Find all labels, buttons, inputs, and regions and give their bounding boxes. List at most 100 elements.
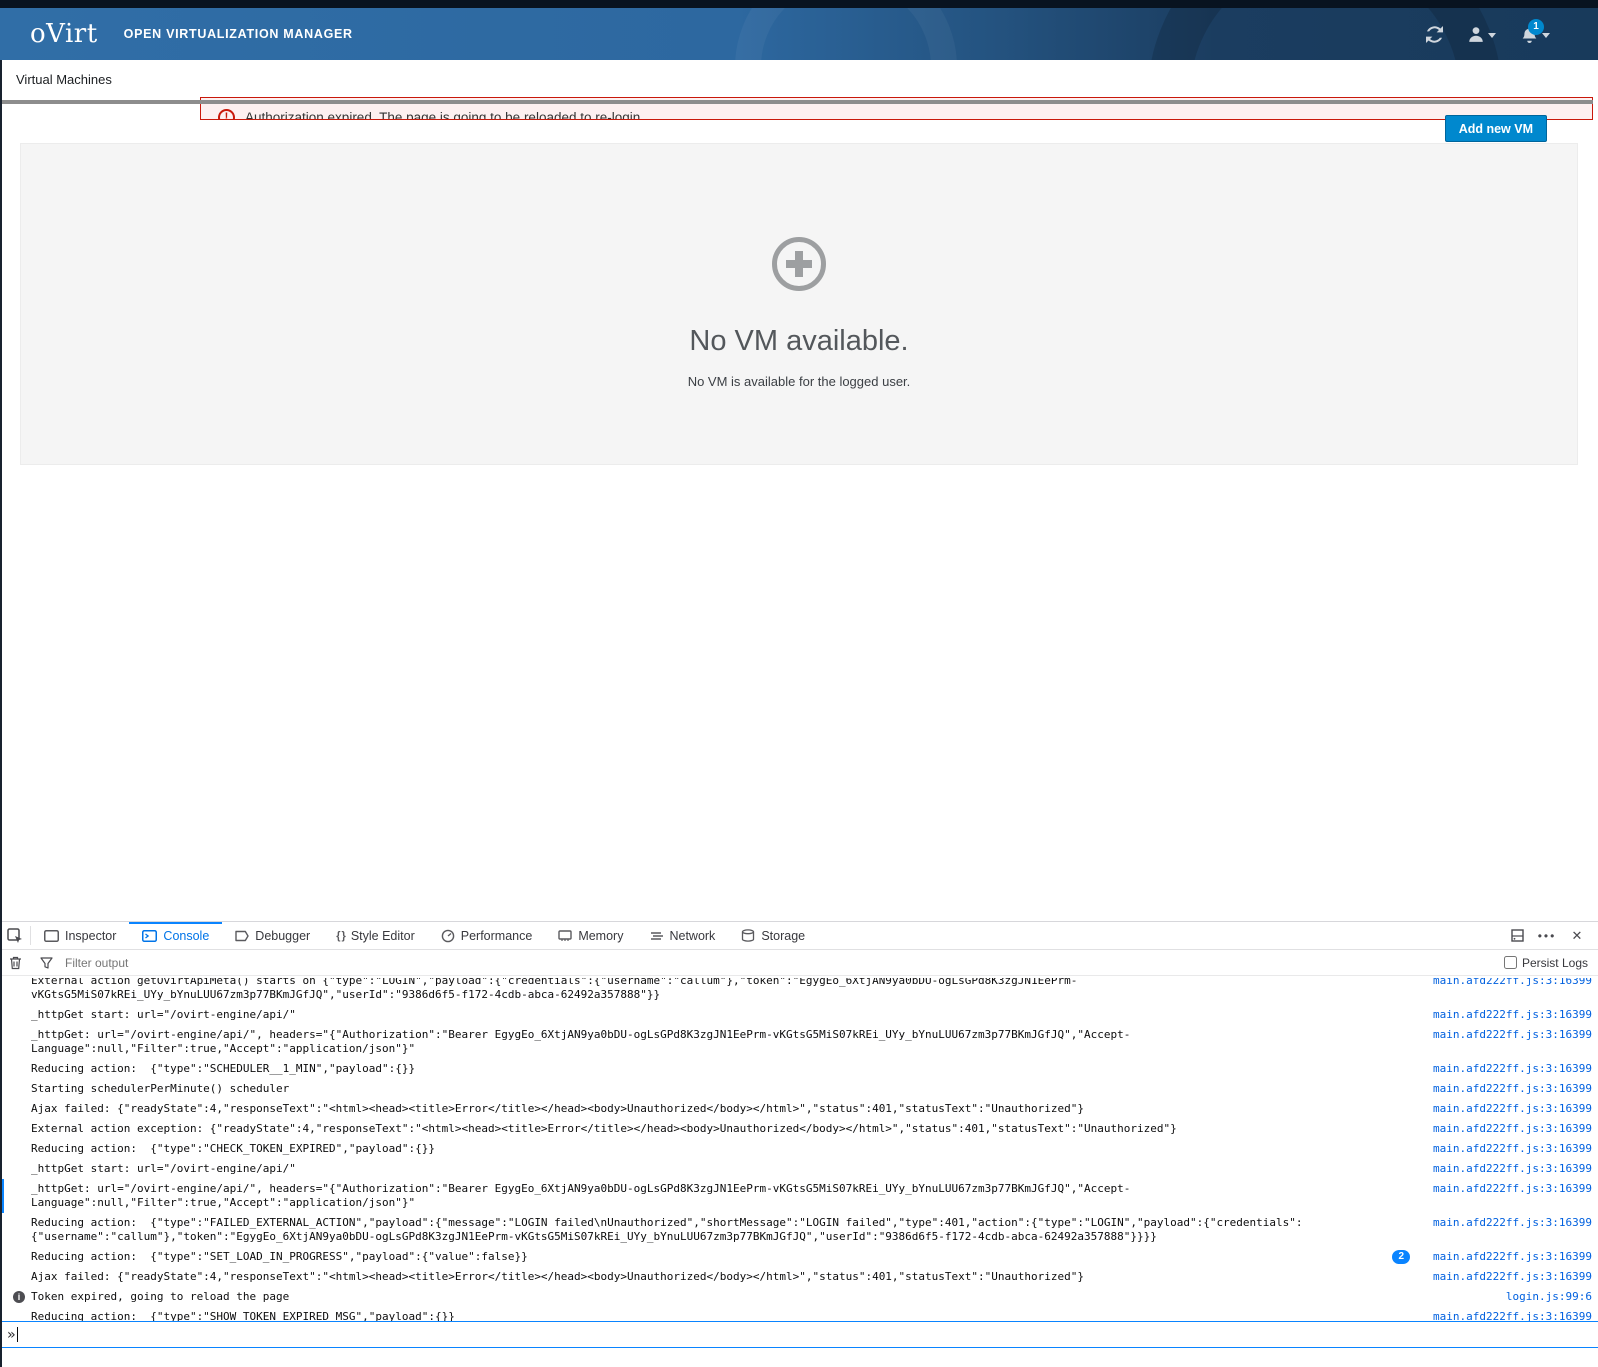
performance-icon xyxy=(441,929,455,943)
log-message: Reducing action: {"type":"FAILED_EXTERNA… xyxy=(31,1216,1420,1244)
console-log-entry: Ajax failed: {"readyState":4,"responseTe… xyxy=(0,1267,1598,1287)
log-message: External action exception: {"readyState"… xyxy=(31,1122,1420,1136)
console-command-input[interactable]: » xyxy=(0,1321,1598,1348)
storage-icon xyxy=(741,929,755,942)
source-link[interactable]: main.afd222ff.js:3:16399 xyxy=(1420,1008,1592,1022)
console-filter-bar: Persist Logs xyxy=(0,950,1598,976)
style-editor-icon xyxy=(336,930,345,942)
filter-toggle-button[interactable] xyxy=(31,957,61,969)
console-log-entry: Ajax failed: {"readyState":4,"responseTe… xyxy=(0,1099,1598,1119)
tab-storage[interactable]: Storage xyxy=(728,922,818,949)
tab-memory[interactable]: Memory xyxy=(545,922,636,949)
devtools-menu-button[interactable] xyxy=(1532,929,1562,943)
error-exclamation-icon: ! xyxy=(218,109,235,120)
add-new-vm-button[interactable]: Add new VM xyxy=(1445,115,1547,142)
console-log-entry: Reducing action: {"type":"CHECK_TOKEN_EX… xyxy=(0,1139,1598,1159)
source-link[interactable]: main.afd222ff.js:3:16399 xyxy=(1420,1122,1592,1136)
inspector-icon xyxy=(44,930,59,942)
log-message: External action getOvirtApiMeta() starts… xyxy=(31,978,1420,1002)
notifications-menu[interactable]: 1 xyxy=(1520,26,1550,43)
source-link[interactable]: main.afd222ff.js:3:16399 xyxy=(1420,1270,1592,1284)
persist-logs-toggle[interactable]: Persist Logs xyxy=(1504,956,1588,970)
console-log-entry: _httpGet start: url="/ovirt-engine/api/"… xyxy=(0,1159,1598,1179)
console-icon xyxy=(142,930,157,942)
source-link[interactable]: main.afd222ff.js:3:16399 xyxy=(1420,1102,1592,1116)
window-top-strip xyxy=(0,0,1598,8)
persist-logs-checkbox[interactable] xyxy=(1504,956,1517,969)
log-message: Ajax failed: {"readyState":4,"responseTe… xyxy=(31,1102,1420,1116)
source-link[interactable]: main.afd222ff.js:3:16399 xyxy=(1420,1162,1592,1176)
source-link[interactable]: main.afd222ff.js:3:16399 xyxy=(1420,1082,1592,1096)
tab-network[interactable]: Network xyxy=(636,922,728,949)
tab-inspector[interactable]: Inspector xyxy=(31,922,129,949)
console-log-entry: Starting schedulerPerMinute() scheduler … xyxy=(0,1079,1598,1099)
log-message: _httpGet start: url="/ovirt-engine/api/" xyxy=(31,1162,1420,1176)
debugger-icon xyxy=(235,930,249,942)
devtools-close-button[interactable] xyxy=(1562,928,1592,944)
memory-icon xyxy=(558,929,572,942)
masthead: oVirt OPEN VIRTUALIZATION MANAGER 1 xyxy=(0,8,1598,60)
ovirt-logo: oVirt xyxy=(30,19,98,49)
network-icon xyxy=(649,930,663,942)
notification-count-badge: 1 xyxy=(1528,19,1544,35)
log-message: Reducing action: {"type":"SCHEDULER__1_M… xyxy=(31,1062,1420,1076)
user-menu[interactable] xyxy=(1467,26,1496,42)
meatball-menu-icon xyxy=(1538,929,1557,943)
persist-logs-label: Persist Logs xyxy=(1522,956,1588,970)
source-link[interactable]: main.afd222ff.js:3:16399 xyxy=(1420,1250,1592,1264)
filter-funnel-icon xyxy=(40,957,53,969)
vm-toolbar xyxy=(0,120,1598,143)
refresh-icon xyxy=(1426,26,1443,43)
log-message: Reducing action: {"type":"SET_LOAD_IN_PR… xyxy=(31,1250,1392,1264)
source-link[interactable]: main.afd222ff.js:3:16399 xyxy=(1420,978,1592,988)
devtools-panel: Inspector Console Debugger Style Editor … xyxy=(0,921,1598,1367)
tab-performance[interactable]: Performance xyxy=(428,922,546,949)
log-message: _httpGet start: url="/ovirt-engine/api/" xyxy=(31,1008,1420,1022)
source-link[interactable]: main.afd222ff.js:3:16399 xyxy=(1420,1062,1592,1076)
refresh-button[interactable] xyxy=(1426,26,1443,43)
console-log-entry: External action exception: {"readyState"… xyxy=(0,1119,1598,1139)
window-left-edge xyxy=(0,60,2,1367)
nav-tab-virtual-machines[interactable]: Virtual Machines xyxy=(16,72,112,87)
trash-icon xyxy=(9,956,22,970)
devtools-tabbar: Inspector Console Debugger Style Editor … xyxy=(0,922,1598,950)
pick-element-button[interactable] xyxy=(0,922,30,949)
console-log-entry: Reducing action: {"type":"SHOW_TOKEN_EXP… xyxy=(0,1307,1598,1322)
vm-list-empty-state: No VM available. No VM is available for … xyxy=(20,143,1578,465)
console-log-entry: _httpGet start: url="/ovirt-engine/api/"… xyxy=(0,1005,1598,1025)
source-link[interactable]: main.afd222ff.js:3:16399 xyxy=(1420,1182,1592,1196)
console-log-entry: Reducing action: {"type":"SCHEDULER__1_M… xyxy=(0,1059,1598,1079)
tab-console[interactable]: Console xyxy=(129,922,222,949)
source-link[interactable]: login.js:99:6 xyxy=(1420,1290,1592,1304)
text-caret xyxy=(17,1327,18,1342)
console-log-entry: Reducing action: {"type":"SET_LOAD_IN_PR… xyxy=(0,1247,1598,1267)
log-message: Reducing action: {"type":"CHECK_TOKEN_EX… xyxy=(31,1142,1420,1156)
product-title: OPEN VIRTUALIZATION MANAGER xyxy=(124,27,353,41)
console-output[interactable]: External action getOvirtApiMeta() starts… xyxy=(0,978,1598,1322)
source-link[interactable]: main.afd222ff.js:3:16399 xyxy=(1420,1142,1592,1156)
tab-style-editor[interactable]: Style Editor xyxy=(323,922,428,949)
loading-bar xyxy=(0,100,1593,104)
user-icon xyxy=(1467,26,1485,42)
source-link[interactable]: main.afd222ff.js:3:16399 xyxy=(1420,1028,1592,1042)
clear-console-button[interactable] xyxy=(0,956,30,970)
console-prompt-icon: » xyxy=(7,1327,15,1343)
empty-state-description: No VM is available for the logged user. xyxy=(21,374,1577,389)
plus-circle-icon xyxy=(772,237,826,291)
pick-element-icon xyxy=(7,928,23,944)
log-message: Starting schedulerPerMinute() scheduler xyxy=(31,1082,1420,1096)
info-icon: i xyxy=(13,1291,25,1303)
primary-nav: Virtual Machines xyxy=(0,60,1598,100)
dock-options-button[interactable] xyxy=(1502,929,1532,942)
filter-output-input[interactable] xyxy=(61,956,1504,970)
repeat-count-badge: 2 xyxy=(1392,1250,1410,1264)
source-link[interactable]: main.afd222ff.js:3:16399 xyxy=(1420,1216,1592,1230)
empty-state-title: No VM available. xyxy=(21,325,1577,358)
log-message: _httpGet: url="/ovirt-engine/api/", head… xyxy=(31,1182,1420,1210)
console-log-entry: _httpGet: url="/ovirt-engine/api/", head… xyxy=(0,1179,1598,1213)
dock-icon xyxy=(1511,929,1524,942)
chevron-down-icon xyxy=(1542,33,1550,38)
tab-debugger[interactable]: Debugger xyxy=(222,922,323,949)
log-message: _httpGet: url="/ovirt-engine/api/", head… xyxy=(31,1028,1420,1056)
chevron-down-icon xyxy=(1488,33,1496,38)
